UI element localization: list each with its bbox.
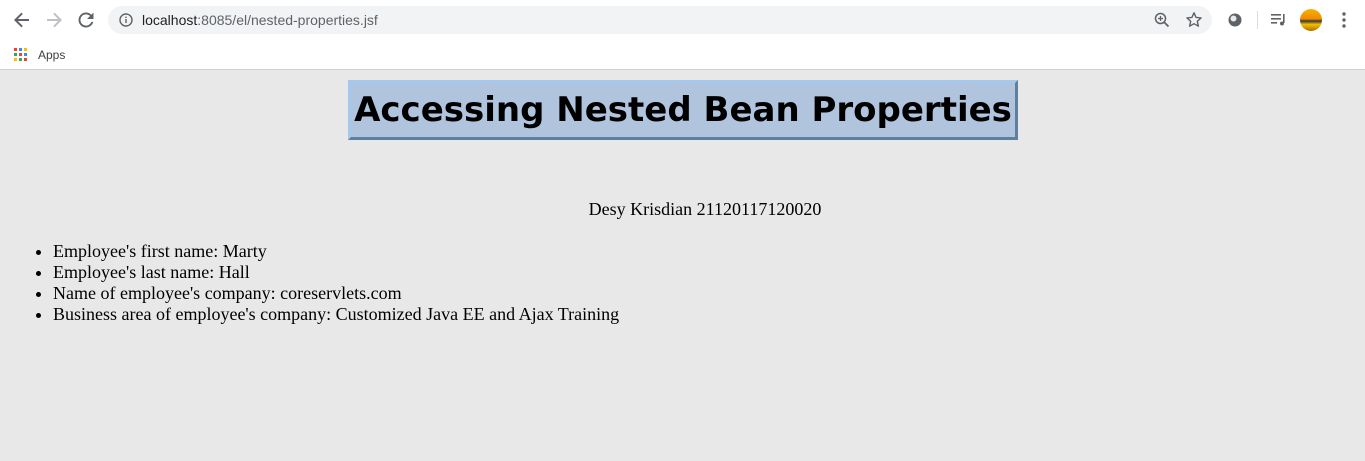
list-item: Business area of employee's company: Cus…: [53, 304, 619, 325]
address-bar[interactable]: localhost:8085/el/nested-properties.jsf: [108, 6, 1212, 34]
back-button[interactable]: [10, 8, 34, 32]
kebab-menu-icon[interactable]: [1332, 8, 1356, 32]
list-item: Employee's last name: Hall: [53, 262, 619, 283]
reload-button[interactable]: [74, 8, 98, 32]
star-icon[interactable]: [1184, 10, 1204, 30]
author-line: Desy Krisdian 21120117120020: [588, 199, 822, 219]
page-title: Accessing Nested Bean Properties: [354, 90, 1012, 130]
zoom-in-icon[interactable]: [1152, 10, 1172, 30]
avatar[interactable]: [1299, 8, 1323, 32]
browser-toolbar: localhost:8085/el/nested-properties.jsf: [0, 0, 1365, 40]
url-text[interactable]: localhost:8085/el/nested-properties.jsf: [142, 6, 378, 34]
info-icon[interactable]: [118, 12, 134, 28]
list-item: Employee's first name: Marty: [53, 241, 619, 262]
apps-grid-icon: [14, 48, 28, 62]
bookmarks-bar: Apps: [0, 40, 1365, 70]
apps-shortcut[interactable]: Apps: [14, 44, 65, 66]
toolbar-separator: [1257, 11, 1258, 29]
page-content: Accessing Nested Bean Properties Desy Kr…: [0, 71, 1365, 461]
arrow-left-icon: [14, 12, 29, 28]
extension-circle-icon[interactable]: [1223, 8, 1247, 32]
url-path: :8085/el/nested-properties.jsf: [197, 12, 378, 28]
page-title-box: Accessing Nested Bean Properties: [348, 80, 1018, 140]
property-list: Employee's first name: Marty Employee's …: [0, 241, 619, 325]
media-queue-icon[interactable]: [1267, 8, 1291, 32]
forward-button[interactable]: [42, 8, 66, 32]
reload-icon: [78, 12, 94, 28]
list-item: Name of employee's company: coreservlets…: [53, 283, 619, 304]
arrow-right-icon: [47, 12, 62, 28]
apps-label: Apps: [38, 48, 66, 62]
url-host: localhost: [142, 12, 198, 28]
